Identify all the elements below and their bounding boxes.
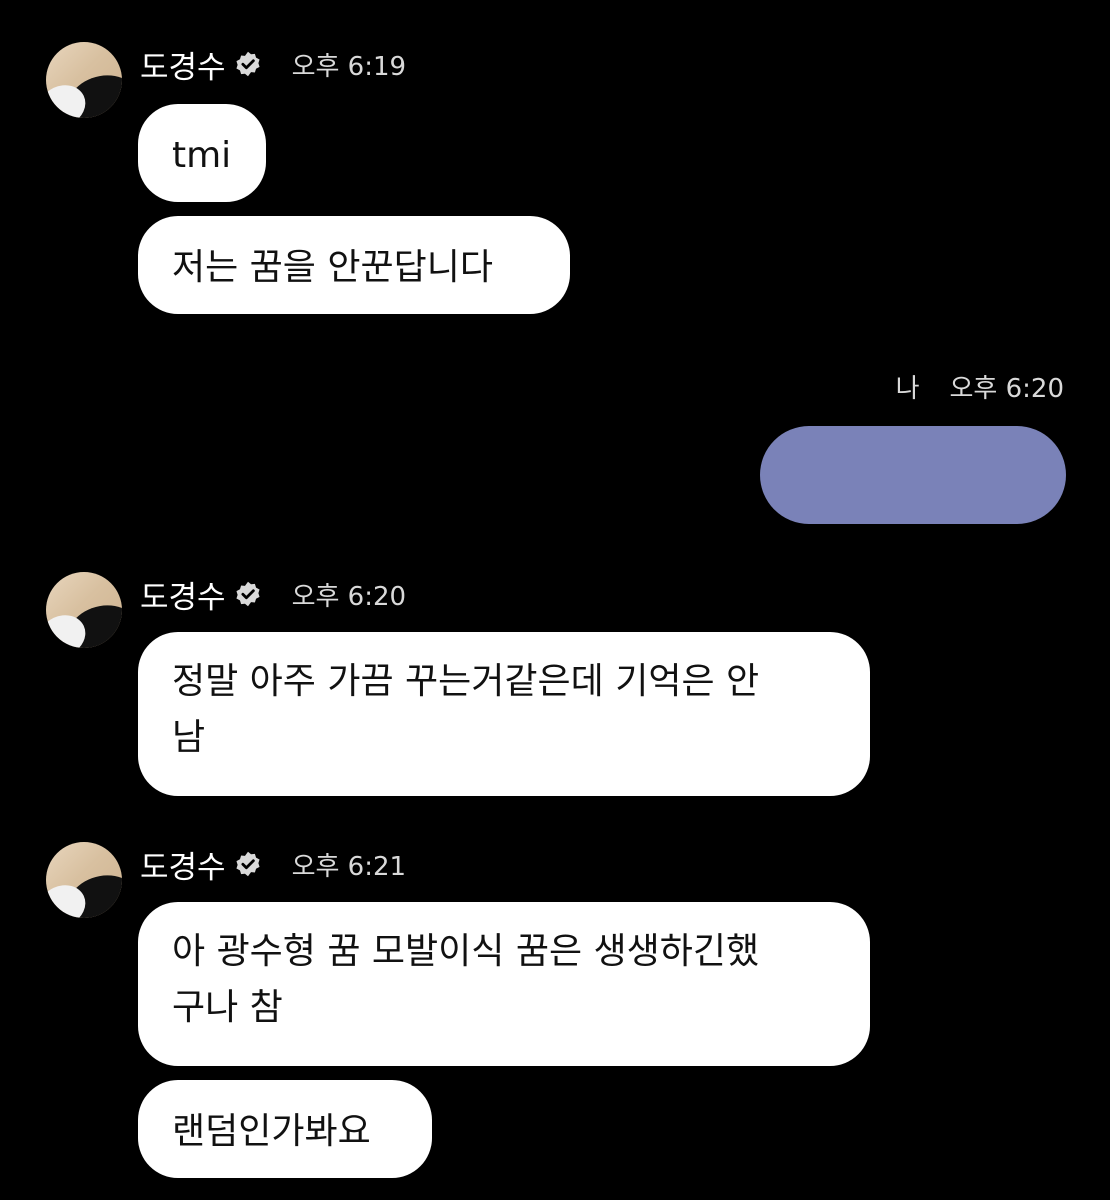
message-time: 오후 6:20 — [949, 373, 1065, 404]
verified-icon — [236, 851, 260, 877]
message-time: 오후 6:20 — [291, 581, 407, 612]
avatar[interactable] — [46, 572, 122, 648]
avatar[interactable] — [46, 42, 122, 118]
message-time: 오후 6:19 — [291, 51, 407, 82]
my-name-label: 나 — [895, 373, 920, 404]
message-header: 도경수 오후 6:21 — [140, 842, 406, 886]
verified-icon — [236, 581, 260, 607]
verified-icon — [236, 51, 260, 77]
message-bubble[interactable]: 랜덤인가봐요 — [138, 1080, 432, 1178]
outgoing-message-bubble[interactable] — [760, 426, 1066, 524]
message-time: 오후 6:21 — [291, 851, 407, 882]
sender-name[interactable]: 도경수 — [140, 42, 226, 87]
sender-name[interactable]: 도경수 — [140, 842, 226, 887]
message-header: 도경수 오후 6:19 — [140, 42, 406, 86]
avatar[interactable] — [46, 842, 122, 918]
sender-name[interactable]: 도경수 — [140, 572, 226, 617]
message-header: 도경수 오후 6:20 — [140, 572, 406, 616]
message-bubble[interactable]: 정말 아주 가끔 꾸는거같은데 기억은 안 남 — [138, 632, 870, 796]
message-bubble[interactable]: 저는 꿈을 안꾼답니다 — [138, 216, 570, 314]
message-bubble[interactable]: tmi — [138, 104, 266, 202]
message-bubble[interactable]: 아 광수형 꿈 모발이식 꿈은 생생하긴했 구나 참 — [138, 902, 870, 1066]
my-message-header: 나 오후 6:20 — [896, 366, 1064, 406]
